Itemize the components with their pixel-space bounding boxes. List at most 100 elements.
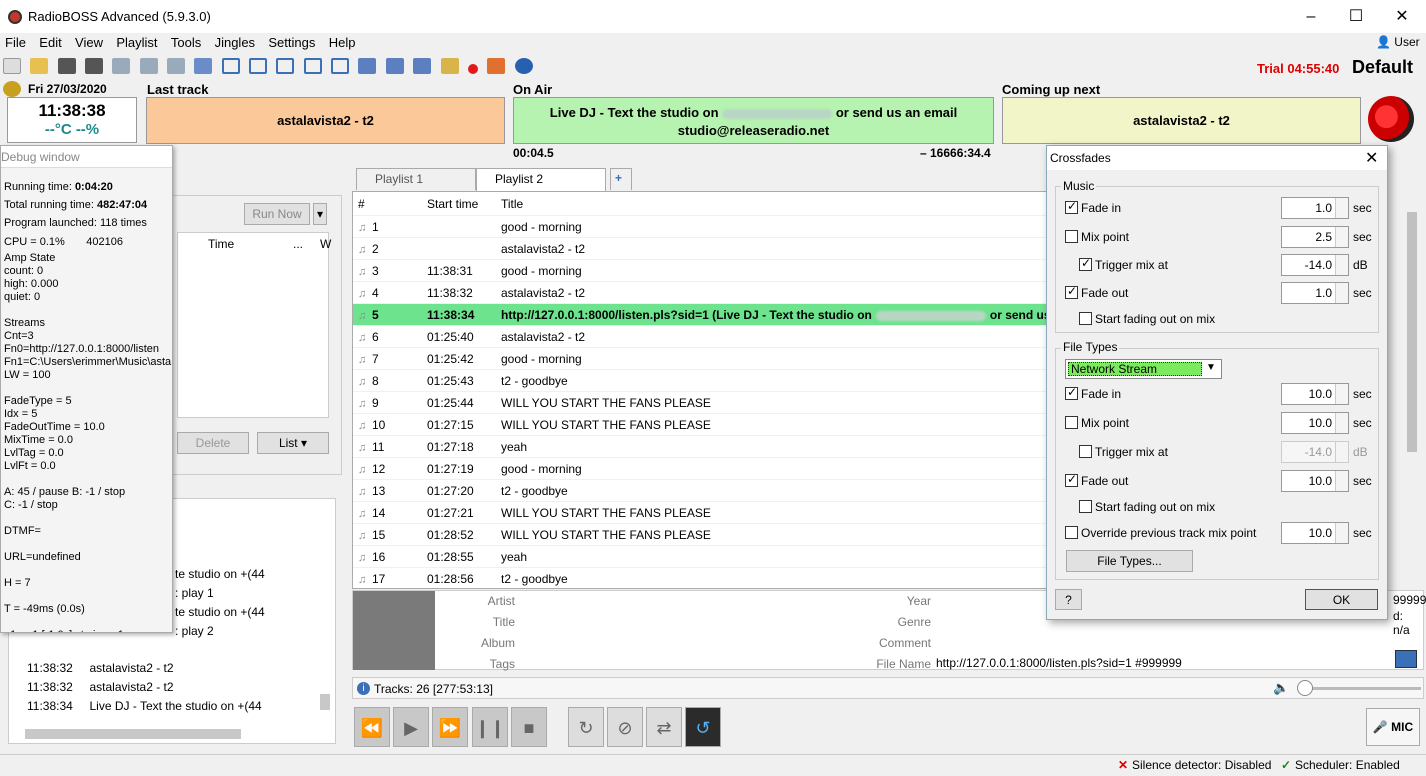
table-row[interactable]: ♫ 1 good - morning [353,216,1046,238]
silence-detector-status[interactable]: Silence detector: Disabled [1132,758,1271,772]
scheduler-status[interactable]: Scheduler: Enabled [1295,758,1400,772]
cut-icon[interactable] [112,58,131,74]
tab-playlist-2[interactable]: Playlist 2 [476,168,606,191]
add-tab-icon[interactable]: + [610,168,632,190]
music-trigger-checkbox[interactable] [1079,256,1092,271]
menu-file[interactable]: File [0,33,31,52]
music-fade-in-checkbox[interactable] [1065,199,1078,214]
table-row[interactable]: ♫ 7 01:25:42 good - morning [353,348,1046,370]
run-now-button[interactable]: Run Now [244,203,310,225]
download-icon[interactable] [1395,650,1417,668]
table-row[interactable]: ♫ 5 11:38:34 http://127.0.0.1:8000/listen.p… [353,304,1046,326]
layout5-icon[interactable] [331,58,350,74]
menu-tools[interactable]: Tools [166,33,206,52]
table-row[interactable]: ♫ 12 01:27:19 good - morning [353,458,1046,480]
layout1-icon[interactable] [221,58,240,74]
ft-fade-out-input[interactable]: 10.0 [1281,470,1349,492]
filetype-select[interactable]: Network Stream ▼ [1065,359,1222,379]
tab-playlist-1[interactable]: Playlist 1 [356,168,476,190]
settings-gear-icon[interactable] [3,81,21,97]
shuffle-button[interactable]: ⇄ [646,707,682,747]
paste-icon[interactable] [167,58,186,74]
layout3-icon[interactable] [276,58,295,74]
globe-icon[interactable] [514,58,533,74]
ft-trigger-checkbox[interactable] [1079,445,1092,458]
stats-icon[interactable] [487,58,506,74]
profile-name[interactable]: Default [1352,57,1413,78]
scheduler-list[interactable]: Time ... W [177,232,331,418]
new-icon[interactable] [3,58,21,74]
table-row[interactable]: ♫ 3 11:38:31 good - morning [353,260,1046,282]
col-title[interactable]: Title [501,192,523,216]
save-icon[interactable] [57,58,76,74]
maximize-button[interactable]: ☐ [1333,0,1379,33]
generator-icon[interactable] [413,58,432,74]
next-button[interactable]: ⏩ [432,707,468,747]
music-fade-in-input[interactable]: 1.0 [1281,197,1349,219]
layout4-icon[interactable] [303,58,322,74]
menu-view[interactable]: View [70,33,108,52]
minimize-button[interactable]: – [1288,0,1334,33]
playlist-icon[interactable] [385,58,404,74]
music-mix-point-checkbox[interactable] [1065,230,1078,243]
ft-trigger-input[interactable]: -14.0 [1281,441,1349,463]
table-row[interactable]: ♫ 14 01:27:21 WILL YOU START THE FANS PLEAS… [353,502,1046,524]
col-start-time[interactable]: Start time [427,192,478,216]
table-row[interactable]: ♫ 6 01:25:40 astalavista2 - t2 [353,326,1046,348]
ft-fade-out-checkbox[interactable] [1065,472,1078,487]
previous-button[interactable]: ⏪ [354,707,390,747]
table-row[interactable]: ♫ 13 01:27:20 t2 - goodbye [353,480,1046,502]
table-row[interactable]: ♫ 8 01:25:43 t2 - goodbye [353,370,1046,392]
close-window-button[interactable]: ✕ [1379,0,1425,33]
ft-mix-point-input[interactable]: 10.0 [1281,412,1349,434]
menu-playlist[interactable]: Playlist [111,33,162,52]
music-start-fading-checkbox[interactable] [1079,312,1092,325]
pause-button[interactable]: ❙❙ [472,707,508,747]
open-icon[interactable] [30,58,49,74]
auto-mode-button[interactable]: ↺ [685,707,721,747]
copy-icon[interactable] [139,58,158,74]
table-row[interactable]: ♫ 9 01:25:44 WILL YOU START THE FANS PLEASE [353,392,1046,414]
record-icon[interactable] [467,64,478,74]
ft-start-fading-checkbox[interactable] [1079,500,1092,513]
on-air-box[interactable]: Live DJ - Text the studio on or send us … [513,97,994,144]
repeat-button[interactable]: ↻ [568,707,604,747]
play-button[interactable]: ▶ [393,707,429,747]
file-types-button[interactable]: File Types... [1066,550,1193,572]
menu-edit[interactable]: Edit [34,33,66,52]
log-hscroll[interactable] [25,729,241,739]
insert-icon[interactable] [358,58,377,74]
music-fade-out-checkbox[interactable] [1065,284,1078,299]
override-checkbox[interactable] [1065,526,1078,539]
undo-icon[interactable] [194,58,213,74]
ft-fade-in-input[interactable]: 10.0 [1281,383,1349,405]
dialog-close-icon[interactable]: ✕ [1365,148,1378,168]
playlist-vscroll[interactable] [1404,192,1420,588]
user-menu[interactable]: 👤 User [1376,35,1420,49]
music-trigger-input[interactable]: -14.0 [1281,254,1349,276]
col-number[interactable]: # [358,192,418,216]
layout2-icon[interactable] [249,58,268,74]
volume-slider[interactable] [1297,680,1421,696]
last-track-box[interactable]: astalavista2 - t2 [146,97,505,144]
volume-knob[interactable] [1297,680,1313,696]
delete-button[interactable]: Delete [177,432,249,454]
override-input[interactable]: 10.0 [1281,522,1349,544]
table-row[interactable]: ♫ 17 01:28:56 t2 - goodbye [353,568,1046,588]
help-button[interactable]: ? [1055,589,1082,610]
log-vscroll[interactable] [320,694,330,710]
ft-mix-point-checkbox[interactable] [1065,416,1078,429]
save-as-icon[interactable] [85,58,104,74]
table-row[interactable]: ♫ 2 astalavista2 - t2 [353,238,1046,260]
folder-add-icon[interactable] [440,58,459,74]
ok-button[interactable]: OK [1305,589,1378,610]
menu-settings[interactable]: Settings [263,33,320,52]
coming-up-box[interactable]: astalavista2 - t2 [1002,97,1361,144]
disable-button[interactable]: ⊘ [607,707,643,747]
music-fade-out-input[interactable]: 1.0 [1281,282,1349,304]
list-button[interactable]: List ▾ [257,432,329,454]
table-row[interactable]: ♫ 15 01:28:52 WILL YOU START THE FANS PLEAS… [353,524,1046,546]
table-row[interactable]: ♫ 11 01:27:18 yeah [353,436,1046,458]
music-mix-point-input[interactable]: 2.5 [1281,226,1349,248]
table-row[interactable]: ♫ 10 01:27:15 WILL YOU START THE FANS PLEAS… [353,414,1046,436]
